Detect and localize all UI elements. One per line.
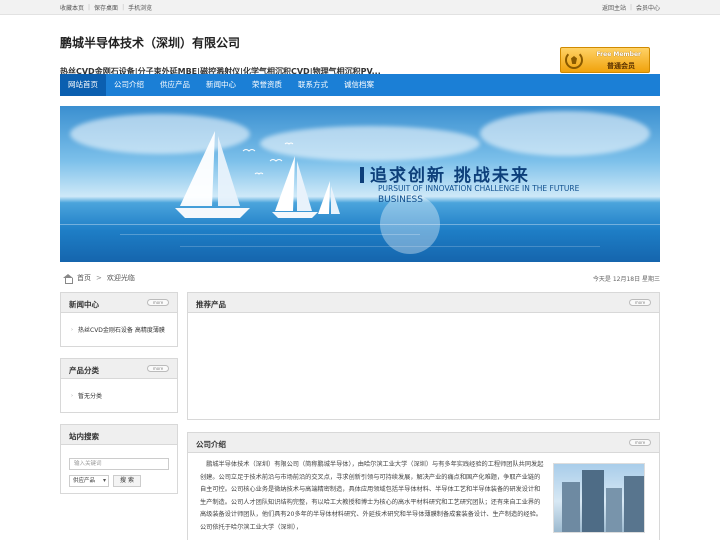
hero-banner: 追求创新 挑战未来 PURSUIT OF INNOVATION CHALLENG…	[60, 106, 660, 262]
category-item[interactable]: › 暂无分类	[71, 391, 167, 401]
about-more-button[interactable]: more	[629, 439, 651, 446]
company-name: 鹏城半导体技术（深圳）有限公司	[60, 36, 241, 50]
news-more-button[interactable]: more	[147, 299, 169, 306]
search-button[interactable]: 搜 索	[113, 475, 141, 487]
home-icon	[63, 273, 73, 284]
member-center-link[interactable]: 会员中心	[636, 3, 660, 12]
nav-products[interactable]: 供应产品	[152, 74, 198, 96]
about-panel-title: 公司介绍	[196, 440, 226, 449]
search-category-select[interactable]: 供应产品	[69, 475, 109, 487]
search-input[interactable]: 输入关键词	[69, 458, 169, 470]
news-panel: 新闻中心 more › 热丝CVD金刚石设备 高精度薄膜	[60, 292, 178, 347]
company-building-image	[553, 463, 645, 533]
current-date: 今天是 12月18日 星期三	[592, 275, 660, 283]
top-links-left: 收藏本页 | 保存桌面 | 手机浏览	[60, 3, 153, 12]
nav-honors[interactable]: 荣誉资质	[244, 74, 290, 96]
banner-english-line1: PURSUIT OF INNOVATION CHALLENGE IN THE F…	[378, 184, 580, 193]
bookmark-link[interactable]: 收藏本页	[60, 3, 84, 12]
top-links-right: 返回主站 | 会员中心	[601, 3, 660, 12]
recommend-more-button[interactable]: more	[629, 299, 651, 306]
about-panel: 公司介绍 more 鹏城半导体技术（深圳）有限公司（简称鹏城半导体），由哈尔滨工…	[187, 432, 660, 540]
nav-company-intro[interactable]: 公司介绍	[106, 74, 152, 96]
mobile-view-link[interactable]: 手机浏览	[128, 3, 152, 12]
main-site-link[interactable]: 返回主站	[602, 3, 626, 12]
badge-member-level: 普通会员	[607, 62, 635, 70]
news-panel-title: 新闻中心	[69, 300, 99, 309]
nav-contact[interactable]: 联系方式	[290, 74, 336, 96]
nav-news[interactable]: 新闻中心	[198, 74, 244, 96]
recommend-panel: 推荐产品 more	[187, 292, 660, 420]
save-desktop-link[interactable]: 保存桌面	[94, 3, 118, 12]
breadcrumb: 首页 > 欢迎光临 今天是 12月18日 星期三	[60, 270, 660, 286]
banner-slogan: 追求创新 挑战未来	[360, 161, 530, 186]
category-more-button[interactable]: more	[147, 365, 169, 372]
recommend-panel-title: 推荐产品	[196, 300, 226, 309]
main-nav: 网站首页 公司介绍 供应产品 新闻中心 荣誉资质 联系方式 诚信档案	[60, 74, 660, 96]
news-item[interactable]: › 热丝CVD金刚石设备 高精度薄膜	[71, 325, 167, 335]
breadcrumb-home[interactable]: 首页	[77, 273, 91, 283]
search-panel-title: 站内搜索	[69, 432, 99, 441]
header: 鹏城半导体技术（深圳）有限公司 热丝CVD金刚石设备|分子束外延MBE|磁控溅射…	[60, 15, 660, 76]
laurel-icon	[565, 51, 583, 69]
category-panel: 产品分类 more › 暂无分类	[60, 358, 178, 413]
member-badge[interactable]: Free Member 普通会员	[560, 47, 650, 73]
top-bar: 收藏本页 | 保存桌面 | 手机浏览 返回主站 | 会员中心	[0, 0, 720, 15]
about-text: 鹏城半导体技术（深圳）有限公司（简称鹏城半导体），由哈尔滨工业大学（深圳）与有多…	[200, 461, 544, 531]
breadcrumb-current: 欢迎光临	[106, 274, 135, 282]
search-panel: 站内搜索 输入关键词 供应产品 搜 索	[60, 424, 178, 494]
category-panel-title: 产品分类	[69, 366, 99, 375]
nav-home[interactable]: 网站首页	[60, 74, 106, 96]
badge-free-member: Free Member	[596, 51, 641, 58]
banner-english-line2: BUSINESS	[378, 195, 423, 205]
nav-credit[interactable]: 诚信档案	[336, 74, 382, 96]
